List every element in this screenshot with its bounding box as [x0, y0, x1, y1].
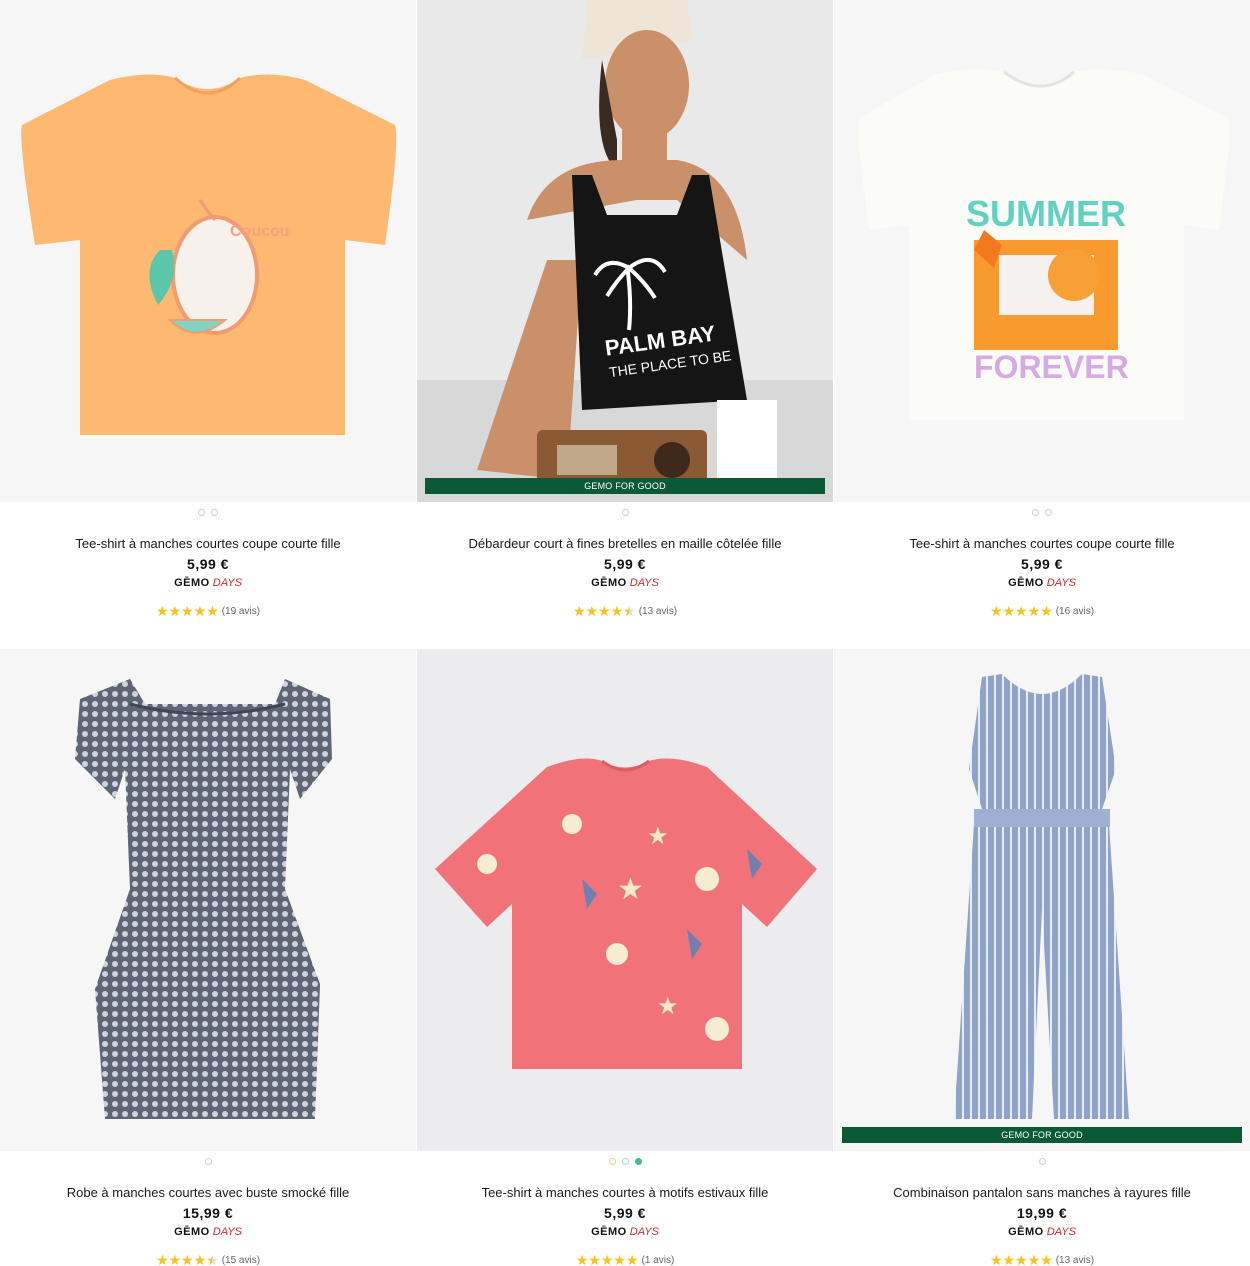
- svg-text:★: ★: [657, 993, 679, 1020]
- product-price: 19,99 €: [1016, 1205, 1068, 1221]
- image-pagination[interactable]: [834, 1153, 1250, 1169]
- product-card[interactable]: GEMO FOR GOOD Combinaison pantalon sans …: [834, 649, 1250, 1266]
- product-image[interactable]: GEMO FOR GOOD: [834, 649, 1250, 1151]
- gemo-logo-text: GĒMO: [591, 1226, 627, 1238]
- star-icon: ★★★★★★★★★★: [155, 603, 219, 619]
- review-count: (16 avis): [1055, 605, 1095, 617]
- girl-tank-top-image: PALM BAY THE PLACE TO BE: [417, 0, 833, 502]
- product-grid: Coucou Tee-shirt à manches courtes coupe…: [0, 0, 1250, 1266]
- days-label: DAYS: [212, 1226, 242, 1238]
- image-pagination[interactable]: [834, 504, 1250, 520]
- review-count: (13 avis): [638, 605, 678, 617]
- image-pagination[interactable]: [0, 1153, 416, 1169]
- svg-text:★: ★: [647, 823, 669, 850]
- days-label: DAYS: [1046, 1226, 1076, 1238]
- days-label: DAYS: [629, 1226, 659, 1238]
- product-rating[interactable]: ★★★★★★★★★★ (13 avis): [834, 1253, 1250, 1266]
- product-title[interactable]: Tee-shirt à manches courtes à motifs est…: [417, 1185, 833, 1201]
- review-count: (1 avis): [641, 1254, 675, 1266]
- gemo-logo-text: GĒMO: [174, 1226, 210, 1238]
- product-image[interactable]: PALM BAY THE PLACE TO BE GEMO FOR GOOD: [417, 0, 833, 502]
- svg-text:Coucou: Coucou: [230, 223, 290, 240]
- product-rating[interactable]: ★★★★★ ★★★★★ (1 avis): [417, 1253, 833, 1266]
- pagination-dot[interactable]: [198, 508, 205, 516]
- gemo-days-tag: GĒMO DAYS: [417, 576, 833, 590]
- orange-tshirt-image: Coucou: [0, 0, 416, 502]
- product-image[interactable]: [0, 649, 416, 1151]
- product-title[interactable]: Débardeur court à fines bretelles en mai…: [417, 536, 833, 552]
- gemo-for-good-badge: GEMO FOR GOOD: [425, 478, 825, 494]
- product-image[interactable]: SUMMER FOREVER: [834, 0, 1250, 502]
- gemo-logo-text: GĒMO: [174, 577, 210, 589]
- tshirt-print-line1: SUMMER: [966, 193, 1126, 234]
- product-price: 5,99 €: [604, 1205, 646, 1221]
- product-card[interactable]: ★ ★ ★ Tee-shirt à manches courtes à moti…: [417, 649, 833, 1266]
- white-tshirt-image: SUMMER FOREVER: [834, 0, 1250, 502]
- days-label: DAYS: [212, 577, 242, 589]
- gemo-days-tag: GĒMO DAYS: [834, 1225, 1250, 1239]
- product-title[interactable]: Tee-shirt à manches courtes coupe courte…: [834, 536, 1250, 552]
- product-card[interactable]: Coucou Tee-shirt à manches courtes coupe…: [0, 0, 416, 618]
- star-icon: ★★★★★★★★★★: [572, 603, 636, 619]
- image-pagination[interactable]: [0, 504, 416, 520]
- days-label: DAYS: [1046, 577, 1076, 589]
- product-card[interactable]: PALM BAY THE PLACE TO BE GEMO FOR GOOD D…: [417, 0, 833, 618]
- pagination-dot[interactable]: [204, 1157, 212, 1165]
- product-card[interactable]: Robe à manches courtes avec buste smocké…: [0, 649, 416, 1266]
- product-price: 5,99 €: [187, 556, 229, 572]
- product-card[interactable]: SUMMER FOREVER Tee-shirt à manches court…: [834, 0, 1250, 618]
- pagination-dot[interactable]: [1032, 508, 1039, 516]
- gemo-logo-text: GĒMO: [1008, 577, 1044, 589]
- gemo-days-tag: GĒMO DAYS: [417, 1225, 833, 1239]
- product-price: 5,99 €: [1021, 556, 1063, 572]
- smocked-dress-image: [0, 649, 416, 1151]
- review-count: (13 avis): [1055, 1254, 1095, 1266]
- gemo-logo-text: GĒMO: [1008, 1226, 1044, 1238]
- product-title[interactable]: Robe à manches courtes avec buste smocké…: [0, 1185, 416, 1201]
- image-pagination[interactable]: [417, 504, 833, 520]
- product-title[interactable]: Tee-shirt à manches courtes coupe courte…: [0, 536, 416, 552]
- striped-jumpsuit-image: [834, 649, 1250, 1151]
- pagination-dot[interactable]: [634, 1157, 642, 1165]
- svg-text:★: ★: [617, 873, 644, 906]
- product-image[interactable]: Coucou: [0, 0, 416, 502]
- pagination-dot[interactable]: [211, 508, 218, 516]
- pagination-dot[interactable]: [608, 1157, 616, 1165]
- product-rating[interactable]: ★★★★★★★★★★ (15 avis): [0, 1253, 416, 1266]
- product-rating[interactable]: ★★★★★★★★★★ (13 avis): [417, 604, 833, 618]
- review-count: (15 avis): [221, 1254, 261, 1266]
- product-image[interactable]: ★ ★ ★: [417, 649, 833, 1151]
- review-count: (19 avis): [221, 605, 261, 617]
- product-title[interactable]: Combinaison pantalon sans manches à rayu…: [834, 1185, 1250, 1201]
- pagination-dot[interactable]: [1045, 508, 1052, 516]
- pagination-dot[interactable]: [621, 508, 629, 516]
- star-icon: ★★★★★★★★★★: [155, 1252, 219, 1266]
- gemo-logo-text: GĒMO: [591, 577, 627, 589]
- gemo-days-tag: GĒMO DAYS: [0, 576, 416, 590]
- pink-tshirt-image: ★ ★ ★: [417, 649, 833, 1151]
- pagination-dot[interactable]: [1038, 1157, 1046, 1165]
- image-pagination[interactable]: [417, 1153, 833, 1169]
- pagination-dot[interactable]: [621, 1157, 629, 1165]
- tshirt-print-line2: FOREVER: [974, 349, 1129, 385]
- gemo-days-tag: GĒMO DAYS: [0, 1225, 416, 1239]
- gemo-days-tag: GĒMO DAYS: [834, 576, 1250, 590]
- star-icon: ★★★★★★★★★★: [575, 1252, 639, 1266]
- product-rating[interactable]: ★★★★★ ★★★★★ (16 avis): [834, 604, 1250, 618]
- days-label: DAYS: [629, 577, 659, 589]
- gemo-for-good-badge: GEMO FOR GOOD: [842, 1127, 1242, 1143]
- product-rating[interactable]: ★★★★★ ★★★★★ (19 avis): [0, 604, 416, 618]
- star-icon: ★★★★★★★★★★: [989, 603, 1053, 619]
- product-price: 15,99 €: [182, 1205, 234, 1221]
- product-price: 5,99 €: [604, 556, 646, 572]
- star-icon: ★★★★★★★★★★: [989, 1252, 1053, 1266]
